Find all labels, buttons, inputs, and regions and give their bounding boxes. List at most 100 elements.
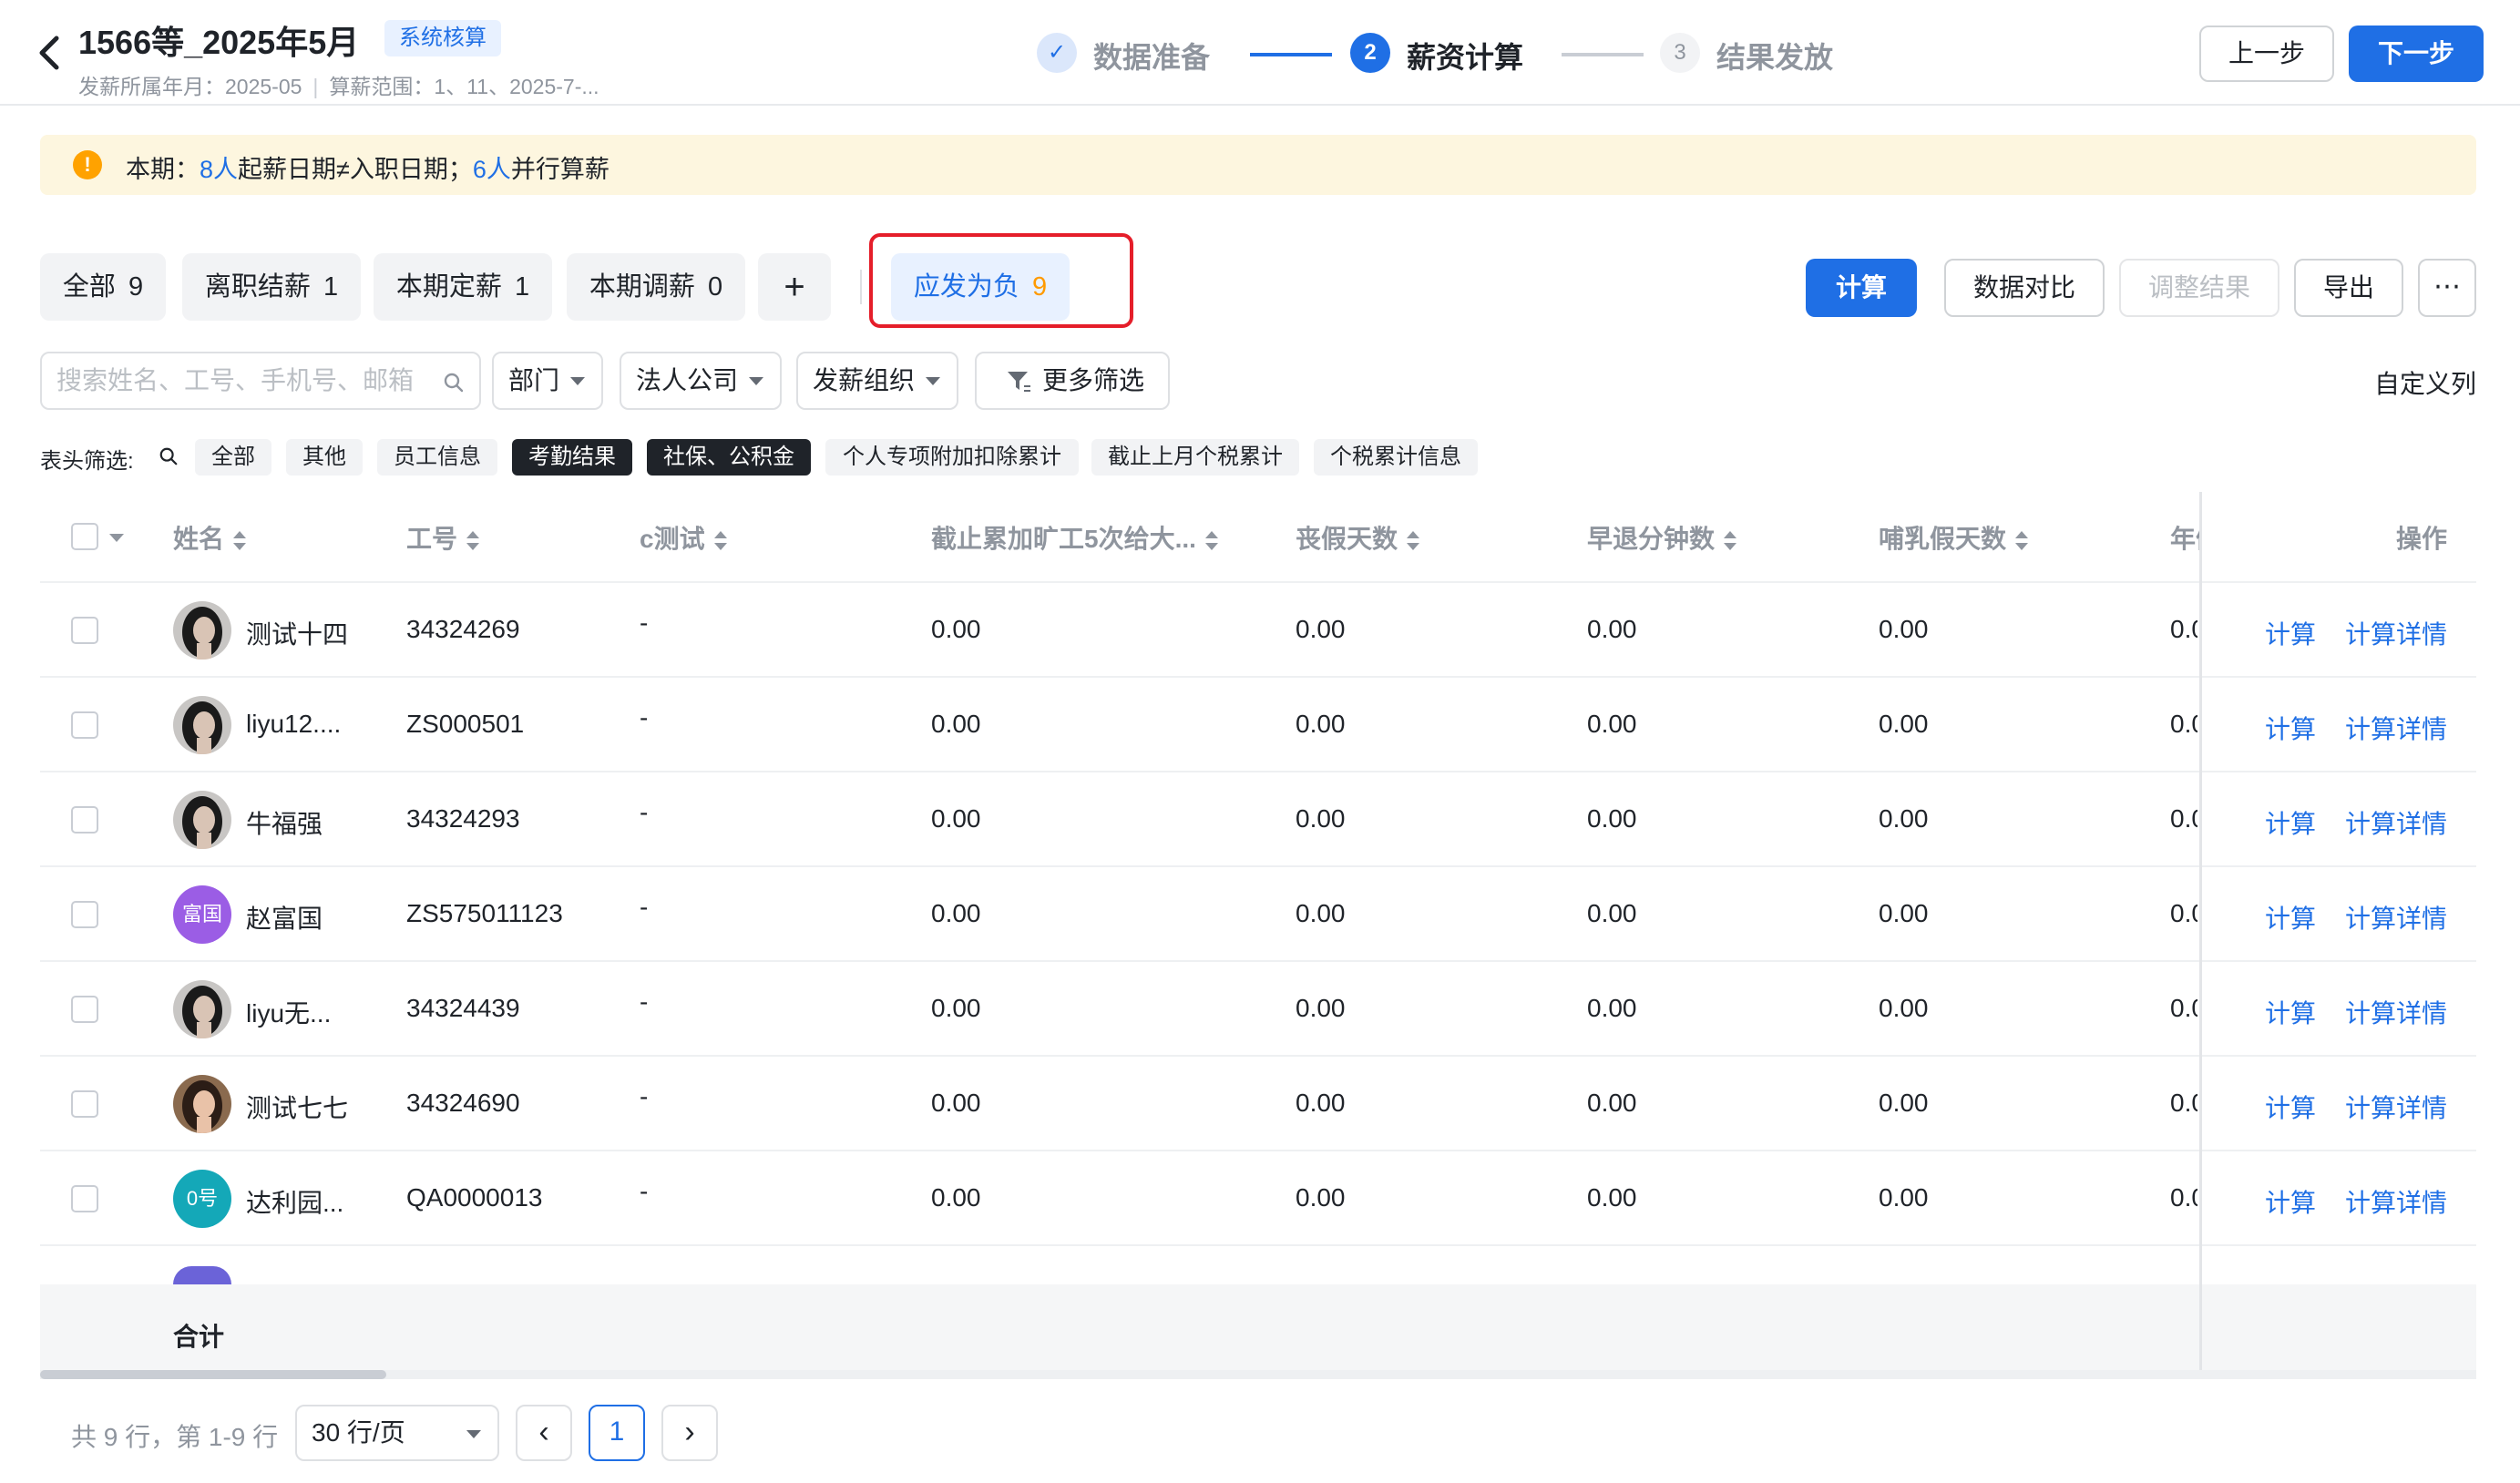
- table-row[interactable]: 0号达利园... QA0000013 - 0.00 0.00 0.00 0.00 0.0 计算计…: [0, 1151, 2520, 1246]
- notice-link-count2[interactable]: 6人: [473, 156, 511, 183]
- more-actions-button[interactable]: ⋯: [2418, 259, 2476, 317]
- avatar: [173, 696, 231, 754]
- sort-icon: [1407, 530, 1420, 551]
- more-filter-button[interactable]: 更多筛选: [975, 352, 1170, 410]
- chevron-down-icon[interactable]: [109, 534, 124, 542]
- next-page-button[interactable]: ›: [661, 1405, 718, 1461]
- pay-org-select[interactable]: 发薪组织: [796, 352, 958, 410]
- step-1-label[interactable]: 数据准备: [1093, 35, 1210, 77]
- row-calculate-link[interactable]: 计算: [2265, 710, 2316, 746]
- next-step-button[interactable]: 下一步: [2349, 26, 2484, 82]
- chip-tax-last-month[interactable]: 截止上月个税累计: [1091, 439, 1299, 476]
- row-calculate-link[interactable]: 计算: [2265, 1183, 2316, 1220]
- table-row[interactable]: liyu12.... ZS000501 - 0.00 0.00 0.00 0.00 0.0 计算…: [0, 678, 2520, 772]
- employee-name: 达利园...: [246, 1189, 344, 1217]
- row-calculate-link[interactable]: 计算: [2265, 615, 2316, 651]
- custom-columns-link[interactable]: 自定义列: [2374, 364, 2476, 401]
- row-calc-detail-link[interactable]: 计算详情: [2345, 1183, 2447, 1220]
- pay-period-text: 发薪所属年月：2025-05: [78, 75, 302, 98]
- search-input[interactable]: 搜索姓名、工号、手机号、邮箱: [40, 352, 481, 410]
- page-1-button[interactable]: 1: [589, 1405, 645, 1461]
- company-select[interactable]: 法人公司: [620, 352, 782, 410]
- row-checkbox[interactable]: [71, 996, 98, 1023]
- step-2-label[interactable]: 薪资计算: [1407, 35, 1523, 77]
- table-row[interactable]: 测试十四 34324269 - 0.00 0.00 0.00 0.00 0.0 计算计算详情: [0, 583, 2520, 678]
- early-leave-value: 0.00: [1587, 804, 1637, 833]
- prev-page-button[interactable]: ‹: [516, 1405, 572, 1461]
- table-row[interactable]: liyu无... 34324439 - 0.00 0.00 0.00 0.00 0.0 计算计算…: [0, 962, 2520, 1057]
- search-icon: [444, 373, 464, 393]
- back-arrow-icon[interactable]: [35, 33, 66, 73]
- chip-special-deduction[interactable]: 个人专项附加扣除累计: [825, 439, 1079, 476]
- table-row[interactable]: 富国赵富国 ZS575011123 - 0.00 0.00 0.00 0.00 0.0 计算计算…: [0, 867, 2520, 962]
- calculate-button[interactable]: 计算: [1806, 259, 1917, 317]
- funeral-leave-value: 0.00: [1296, 615, 1346, 643]
- table-row[interactable]: 牛福强 34324293 - 0.00 0.00 0.00 0.00 0.0 计算计算详情: [0, 772, 2520, 867]
- column-header-absence[interactable]: 截止累加旷工5次给大...: [931, 519, 1218, 556]
- column-header-name[interactable]: 姓名: [173, 519, 247, 556]
- annual-value: 0.0: [2170, 804, 2197, 833]
- chip-social-security[interactable]: 社保、公积金: [647, 439, 811, 476]
- sort-icon: [1724, 530, 1737, 551]
- row-calculate-link[interactable]: 计算: [2265, 1089, 2316, 1125]
- table-row[interactable]: 测试七七 34324690 - 0.00 0.00 0.00 0.00 0.0 计算计算详情: [0, 1057, 2520, 1151]
- row-calculate-link[interactable]: 计算: [2265, 994, 2316, 1030]
- row-checkbox[interactable]: [71, 711, 98, 739]
- column-header-id[interactable]: 工号: [406, 519, 480, 556]
- chip-other[interactable]: 其他: [286, 439, 363, 476]
- search-icon[interactable]: [159, 446, 179, 466]
- chip-all[interactable]: 全部: [195, 439, 271, 476]
- step-1-done-icon: ✓: [1037, 33, 1077, 73]
- tab-resign-settlement[interactable]: 离职结薪 1: [182, 253, 361, 321]
- funeral-leave-value: 0.00: [1296, 994, 1346, 1022]
- row-calc-detail-link[interactable]: 计算详情: [2345, 615, 2447, 651]
- row-calc-detail-link[interactable]: 计算详情: [2345, 804, 2447, 841]
- absence-value: 0.00: [931, 804, 981, 833]
- chip-employee-info[interactable]: 员工信息: [377, 439, 497, 476]
- adjust-result-button[interactable]: 调整结果: [2119, 259, 2279, 317]
- row-calc-detail-link[interactable]: 计算详情: [2345, 1089, 2447, 1125]
- step-2-active-icon: 2: [1350, 33, 1390, 73]
- employee-id: QA0000013: [406, 1183, 543, 1212]
- row-checkbox[interactable]: [71, 806, 98, 834]
- notice-link-count1[interactable]: 8人: [200, 156, 238, 183]
- select-all-checkbox[interactable]: [71, 523, 98, 550]
- nursing-leave-value: 0.00: [1879, 994, 1929, 1022]
- column-header-early-leave[interactable]: 早退分钟数: [1587, 519, 1737, 556]
- dept-select[interactable]: 部门: [492, 352, 603, 410]
- row-checkbox[interactable]: [71, 901, 98, 928]
- export-button[interactable]: 导出: [2294, 259, 2403, 317]
- row-calc-detail-link[interactable]: 计算详情: [2345, 710, 2447, 746]
- scrollbar-thumb[interactable]: [40, 1370, 386, 1379]
- page-size-select[interactable]: 30 行/页: [295, 1405, 499, 1461]
- row-calc-detail-link[interactable]: 计算详情: [2345, 994, 2447, 1030]
- row-calc-detail-link[interactable]: 计算详情: [2345, 899, 2447, 936]
- tab-current-salary-adjust[interactable]: 本期调薪 0: [567, 253, 745, 321]
- column-header-funeral-leave[interactable]: 丧假天数: [1296, 519, 1420, 556]
- tab-current-salary-set[interactable]: 本期定薪 1: [374, 253, 552, 321]
- data-compare-button[interactable]: 数据对比: [1944, 259, 2105, 317]
- row-checkbox[interactable]: [71, 617, 98, 644]
- tab-divider: [860, 270, 862, 304]
- column-header-c-test[interactable]: c测试: [640, 519, 727, 556]
- chip-attendance-result[interactable]: 考勤结果: [512, 439, 632, 476]
- chip-tax-cumulative[interactable]: 个税累计信息: [1314, 439, 1478, 476]
- column-header-nursing-leave[interactable]: 哺乳假天数: [1879, 519, 2029, 556]
- page-title: 1566等_2025年5月: [78, 24, 360, 61]
- row-calculate-link[interactable]: 计算: [2265, 899, 2316, 936]
- horizontal-scrollbar[interactable]: [40, 1370, 2476, 1379]
- row-calculate-link[interactable]: 计算: [2265, 804, 2316, 841]
- column-header-actions: 操作: [2396, 525, 2448, 553]
- tab-all[interactable]: 全部 9: [40, 253, 166, 321]
- early-leave-value: 0.00: [1587, 1183, 1637, 1212]
- column-header-annual[interactable]: 年假: [2170, 519, 2199, 556]
- avatar: [173, 601, 231, 660]
- row-checkbox[interactable]: [71, 1185, 98, 1212]
- prev-step-button[interactable]: 上一步: [2199, 26, 2334, 82]
- add-tab-button[interactable]: +: [758, 253, 831, 321]
- step-3-label[interactable]: 结果发放: [1716, 35, 1833, 77]
- step-connector-2: [1562, 53, 1644, 56]
- row-checkbox[interactable]: [71, 1090, 98, 1118]
- sort-icon: [713, 530, 727, 551]
- nursing-leave-value: 0.00: [1879, 899, 1929, 927]
